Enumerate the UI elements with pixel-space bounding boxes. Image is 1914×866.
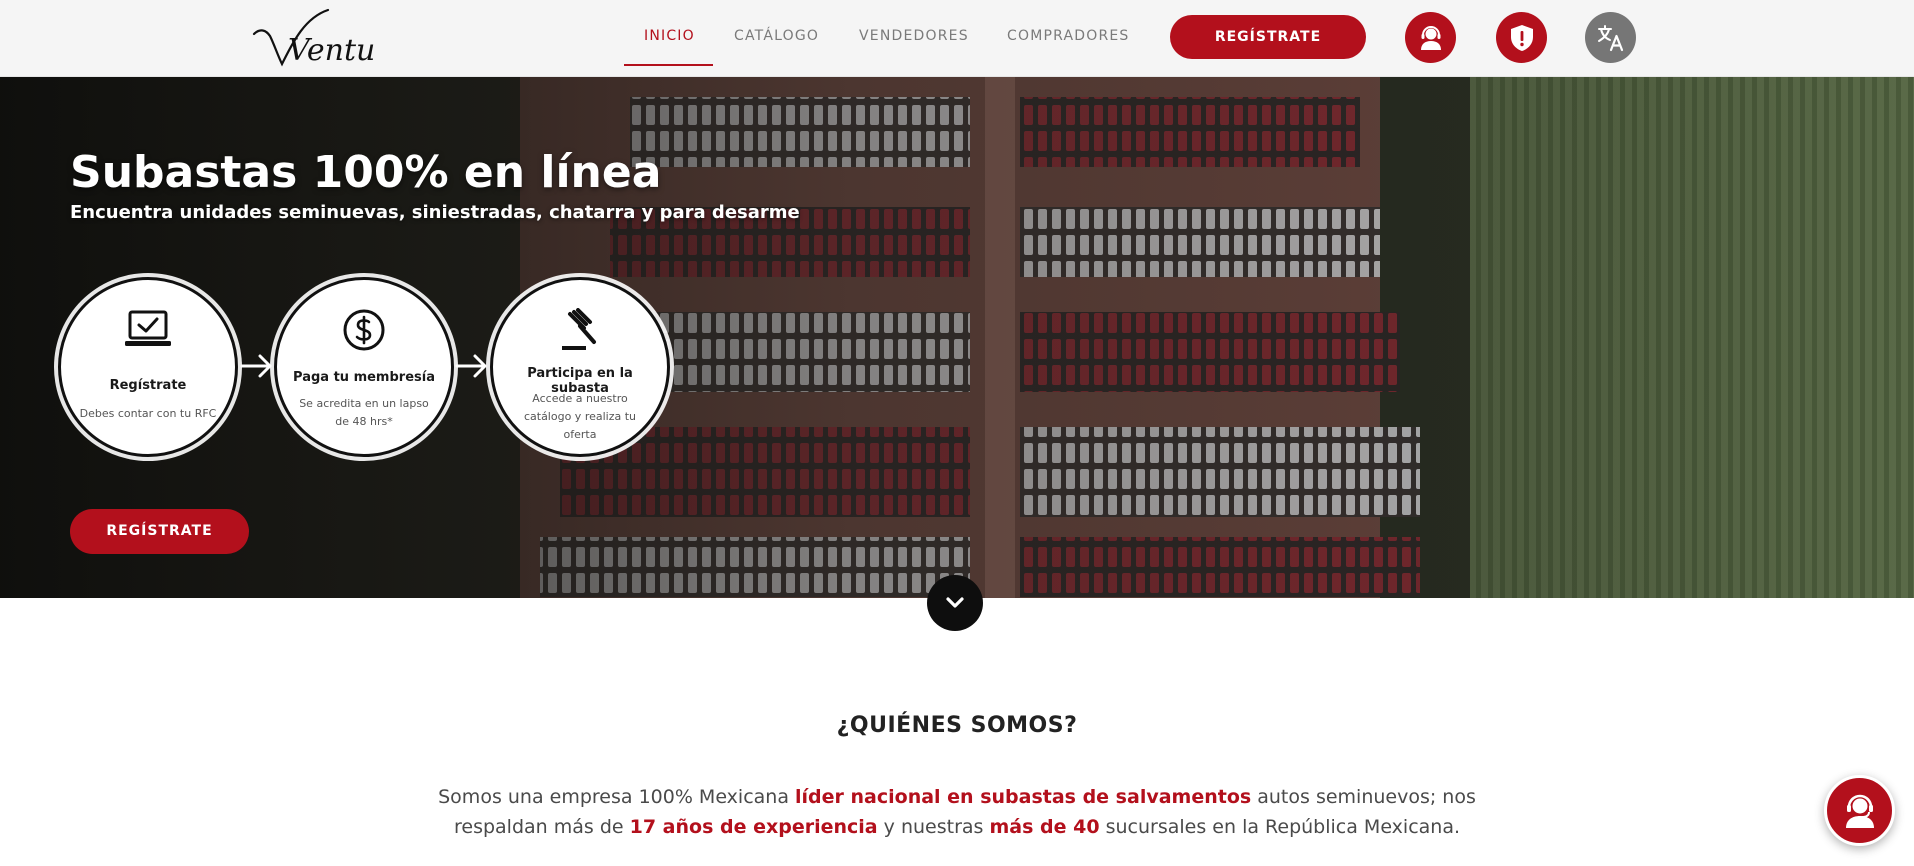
register-button[interactable]: REGÍSTRATE [1170, 15, 1366, 59]
shield-alert-icon [1510, 24, 1533, 51]
step-title: Regístrate [109, 378, 187, 393]
hero-title: Subastas 100% en línea [70, 147, 662, 198]
support-agent-button[interactable] [1405, 12, 1456, 63]
nav-catalogo[interactable]: CATÁLOGO [734, 28, 819, 44]
about-text: Somos una empresa 100% Mexicana líder na… [430, 782, 1484, 842]
hero-subtitle: Encuentra unidades seminuevas, siniestra… [70, 202, 800, 223]
site-header: Ventura INICIO CATÁLOGO VENDEDORES COMPR… [0, 0, 1914, 77]
about-highlight: más de 40 [989, 816, 1100, 838]
step-register: Regístrate Debes contar con tu RFC [58, 277, 238, 457]
support-agent-icon [1845, 794, 1874, 828]
step-description: Debes contar con tu RFC [79, 407, 217, 420]
nav-active-indicator [624, 64, 713, 66]
dollar-circle-icon [343, 309, 385, 351]
arrow-right-icon [240, 354, 272, 378]
step-description: Accede a nuestro catálogo y realiza tu o… [523, 392, 637, 441]
about-heading: ¿QUIÉNES SOMOS? [836, 713, 1078, 738]
step-auction: Participa en la subasta Accede a nuestro… [490, 277, 670, 457]
gavel-icon [562, 308, 596, 350]
translate-icon [1597, 24, 1623, 51]
about-text-part: sucursales en la República Mexicana. [1099, 816, 1461, 838]
scroll-down-button[interactable] [927, 575, 983, 631]
arrow-right-icon [455, 354, 487, 378]
ventura-logo[interactable]: Ventura [252, 4, 408, 70]
nav-compradores[interactable]: COMPRADORES [1007, 28, 1130, 44]
chat-support-button[interactable] [1824, 775, 1895, 846]
step-title: Paga tu membresía [293, 370, 435, 385]
language-button[interactable] [1585, 12, 1636, 63]
support-agent-icon [1420, 25, 1441, 50]
nav-vendedores[interactable]: VENDEDORES [859, 28, 969, 44]
about-text-part: y nuestras [877, 816, 990, 838]
laptop-check-icon [125, 310, 171, 346]
security-alert-button[interactable] [1496, 12, 1547, 63]
svg-text:Ventura: Ventura [288, 33, 377, 68]
chevron-down-icon [946, 597, 964, 608]
step-description: Se acredita en un lapso de 48 hrs* [299, 397, 429, 428]
nav-inicio[interactable]: INICIO [644, 28, 695, 44]
step-membership: Paga tu membresía Se acredita en un laps… [274, 277, 454, 457]
hero-register-button[interactable]: REGÍSTRATE [70, 509, 249, 554]
hero-banner: Subastas 100% en línea Encuentra unidade… [0, 77, 1914, 598]
about-highlight: líder nacional en subastas de salvamento… [795, 786, 1252, 808]
about-highlight: 17 años de experiencia [629, 816, 878, 838]
about-text-part: Somos una empresa 100% Mexicana [438, 786, 796, 808]
